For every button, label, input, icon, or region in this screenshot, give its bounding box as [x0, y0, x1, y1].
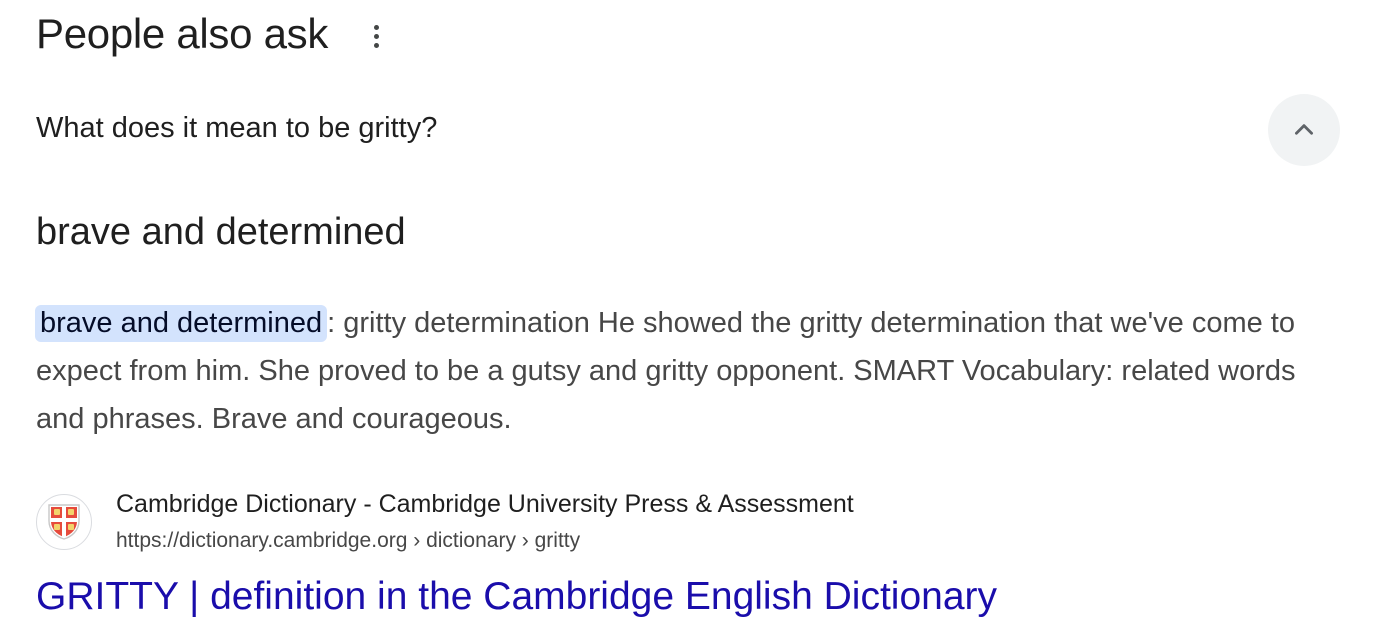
more-options-button[interactable] — [364, 20, 388, 52]
answer-snippet: brave and determined: gritty determinati… — [35, 299, 1316, 443]
question-accordion[interactable]: What does it mean to be gritty? — [36, 92, 1340, 168]
people-also-ask-panel: People also ask What does it mean to be … — [0, 0, 1392, 643]
chevron-up-icon — [1295, 124, 1313, 135]
section-title: People also ask — [36, 10, 329, 57]
source-site-name[interactable]: Cambridge Dictionary - Cambridge Univers… — [116, 488, 854, 520]
answer-heading: brave and determined — [36, 211, 406, 253]
cambridge-shield-icon — [48, 504, 80, 540]
highlighted-term: brave and determined — [35, 305, 328, 342]
result-title-link[interactable]: GRITTY | definition in the Cambridge Eng… — [36, 572, 997, 622]
question-text: What does it mean to be gritty? — [36, 112, 438, 144]
more-vert-icon — [373, 24, 379, 30]
source-favicon[interactable] — [36, 494, 92, 550]
collapse-button[interactable] — [1268, 94, 1340, 166]
source-breadcrumb-url[interactable]: https://dictionary.cambridge.org › dicti… — [116, 527, 580, 555]
